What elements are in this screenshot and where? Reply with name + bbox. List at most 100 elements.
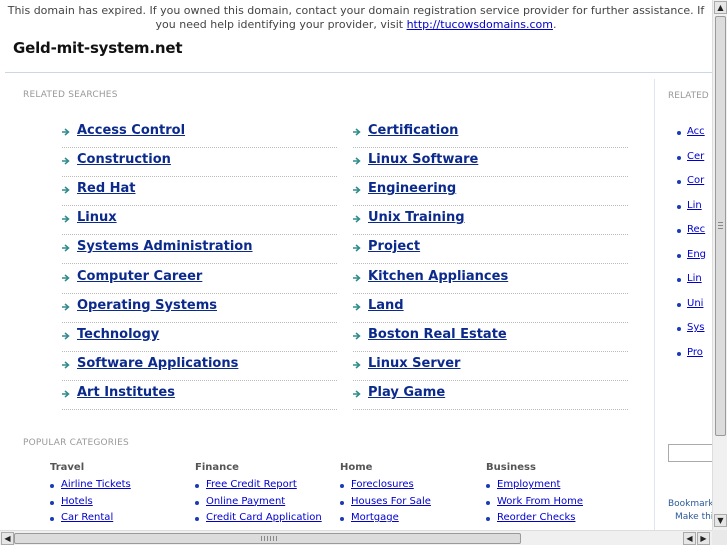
category-link[interactable]: Mortgage xyxy=(351,512,399,523)
category-heading: Business xyxy=(486,462,536,473)
sidebar-related-link[interactable]: Lin xyxy=(687,273,702,284)
related-search-item[interactable]: Kitchen Appliances xyxy=(353,265,628,294)
vertical-scrollbar[interactable]: ▲ ▼ xyxy=(712,0,727,530)
scroll-down-icon[interactable]: ▼ xyxy=(714,514,727,527)
bookmark-link[interactable]: Bookmark xyxy=(668,499,712,509)
horizontal-scroll-thumb[interactable] xyxy=(14,533,521,544)
category-link[interactable]: Hotels xyxy=(61,496,93,507)
related-search-link[interactable]: Linux Software xyxy=(368,152,478,167)
category-link[interactable]: Houses For Sale xyxy=(351,496,431,507)
sidebar-search-input[interactable] xyxy=(668,444,712,462)
category-item[interactable]: Houses For Sale xyxy=(340,496,480,513)
sidebar-related-link[interactable]: Rec xyxy=(687,224,705,235)
sidebar-related-link[interactable]: Uni xyxy=(687,298,703,309)
related-search-link[interactable]: Boston Real Estate xyxy=(368,327,507,342)
related-search-link[interactable]: Engineering xyxy=(368,181,456,196)
category-item[interactable]: Work From Home xyxy=(486,496,626,513)
related-search-item[interactable]: Software Applications xyxy=(62,352,337,381)
vertical-scroll-thumb[interactable] xyxy=(715,16,726,436)
category-link[interactable]: Foreclosures xyxy=(351,479,414,490)
category-column: Business Employment Work From Home Reorder … xyxy=(486,462,626,529)
related-search-item[interactable]: Computer Career xyxy=(62,265,337,294)
related-search-item[interactable]: Land xyxy=(353,294,628,323)
related-search-link[interactable]: Unix Training xyxy=(368,210,465,225)
category-item[interactable]: Online Payment xyxy=(195,496,335,513)
related-search-item[interactable]: Engineering xyxy=(353,177,628,207)
sidebar-related-item[interactable]: Eng xyxy=(677,249,706,260)
related-search-item[interactable]: Red Hat xyxy=(62,177,337,207)
sidebar-related-link[interactable]: Pro xyxy=(687,347,703,358)
related-search-item[interactable]: Art Institutes xyxy=(62,381,337,410)
related-search-link[interactable]: Linux Server xyxy=(368,356,460,371)
category-link[interactable]: Credit Card Application xyxy=(206,512,322,523)
sidebar-related-item[interactable]: Pro xyxy=(677,347,703,358)
category-link[interactable]: Free Credit Report xyxy=(206,479,297,490)
related-search-item[interactable]: Access Control xyxy=(62,119,337,148)
related-search-link[interactable]: Land xyxy=(368,298,404,313)
related-search-link[interactable]: Operating Systems xyxy=(77,298,217,313)
horizontal-scrollbar[interactable]: ◀ ◀ ▶ xyxy=(0,530,712,545)
category-item[interactable]: Mortgage xyxy=(340,512,480,529)
category-link[interactable]: Reorder Checks xyxy=(497,512,575,523)
scroll-left-icon[interactable]: ◀ xyxy=(683,532,696,545)
category-item[interactable]: Foreclosures xyxy=(340,479,480,496)
related-search-link[interactable]: Linux xyxy=(77,210,117,225)
sidebar-related-item[interactable]: Cor xyxy=(677,175,704,186)
category-item[interactable]: Airline Tickets xyxy=(50,479,190,496)
related-search-item[interactable]: Systems Administration xyxy=(62,235,337,265)
related-search-link[interactable]: Red Hat xyxy=(77,181,136,196)
related-search-link[interactable]: Systems Administration xyxy=(77,239,253,254)
related-search-link[interactable]: Play Game xyxy=(368,385,445,400)
sidebar-related-link[interactable]: Lin xyxy=(687,200,702,211)
sidebar-related-link[interactable]: Cer xyxy=(687,151,704,162)
related-search-item[interactable]: Construction xyxy=(62,148,337,178)
tucows-link[interactable]: http://tucowsdomains.com xyxy=(407,18,553,31)
related-search-link[interactable]: Project xyxy=(368,239,420,254)
sidebar-related-link[interactable]: Sys xyxy=(687,322,704,333)
related-search-item[interactable]: Linux Software xyxy=(353,148,628,178)
scroll-right-icon[interactable]: ▶ xyxy=(697,532,710,545)
related-search-link[interactable]: Kitchen Appliances xyxy=(368,269,508,284)
right-arrow-icon xyxy=(353,157,361,165)
sidebar-related-item[interactable]: Lin xyxy=(677,200,702,211)
sidebar-related-link[interactable]: Cor xyxy=(687,175,704,186)
related-search-link[interactable]: Art Institutes xyxy=(77,385,175,400)
sidebar-related-item[interactable]: Cer xyxy=(677,151,704,162)
sidebar-related-item[interactable]: Uni xyxy=(677,298,703,309)
related-search-item[interactable]: Linux xyxy=(62,206,337,236)
scroll-left-icon[interactable]: ◀ xyxy=(1,532,14,545)
sidebar-related-item[interactable]: Acc xyxy=(677,126,705,137)
related-search-item[interactable]: Technology xyxy=(62,323,337,352)
related-search-link[interactable]: Access Control xyxy=(77,123,185,138)
category-item[interactable]: Credit Card Application xyxy=(195,512,335,529)
sidebar-related-item[interactable]: Lin xyxy=(677,273,702,284)
sidebar-related-link[interactable]: Acc xyxy=(687,126,705,137)
related-search-item[interactable]: Boston Real Estate xyxy=(353,323,628,352)
sidebar-related-item[interactable]: Rec xyxy=(677,224,705,235)
category-item[interactable]: Reorder Checks xyxy=(486,512,626,529)
related-search-link[interactable]: Certification xyxy=(368,123,458,138)
sidebar-related-link[interactable]: Eng xyxy=(687,249,706,260)
category-link[interactable]: Employment xyxy=(497,479,560,490)
related-search-item[interactable]: Linux Server xyxy=(353,352,628,381)
make-homepage-link[interactable]: Make this xyxy=(675,512,712,522)
related-search-item[interactable]: Certification xyxy=(353,119,628,148)
category-item[interactable]: Free Credit Report xyxy=(195,479,335,496)
category-link[interactable]: Online Payment xyxy=(206,496,285,507)
category-link[interactable]: Car Rental xyxy=(61,512,113,523)
related-search-link[interactable]: Construction xyxy=(77,152,171,167)
related-search-link[interactable]: Technology xyxy=(77,327,159,342)
related-search-item[interactable]: Operating Systems xyxy=(62,294,337,323)
category-item[interactable]: Hotels xyxy=(50,496,190,513)
related-search-link[interactable]: Computer Career xyxy=(77,269,202,284)
category-item[interactable]: Employment xyxy=(486,479,626,496)
related-search-link[interactable]: Software Applications xyxy=(77,356,238,371)
related-search-item[interactable]: Project xyxy=(353,235,628,265)
category-item[interactable]: Car Rental xyxy=(50,512,190,529)
related-search-item[interactable]: Play Game xyxy=(353,381,628,410)
category-link[interactable]: Work From Home xyxy=(497,496,583,507)
sidebar-related-item[interactable]: Sys xyxy=(677,322,704,333)
category-link[interactable]: Airline Tickets xyxy=(61,479,131,490)
related-search-item[interactable]: Unix Training xyxy=(353,206,628,236)
scroll-up-icon[interactable]: ▲ xyxy=(714,1,727,14)
